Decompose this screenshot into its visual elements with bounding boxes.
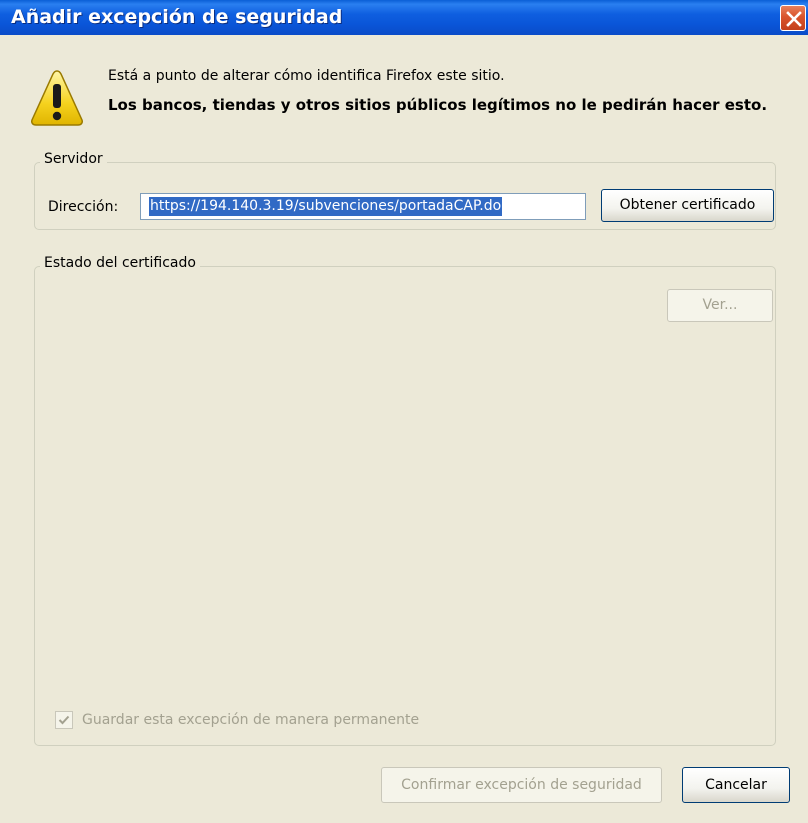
- warning-icon: [31, 70, 83, 126]
- view-certificate-button[interactable]: Ver...: [667, 289, 773, 322]
- warning-message: Está a punto de alterar cómo identifica …: [108, 68, 505, 84]
- permanent-checkbox-label: Guardar esta excepción de manera permane…: [82, 712, 420, 728]
- close-button[interactable]: [780, 5, 806, 31]
- checkmark-icon: [58, 715, 70, 725]
- window-title: Añadir excepción de seguridad: [11, 6, 343, 28]
- get-certificate-button[interactable]: Obtener certificado: [601, 189, 774, 222]
- confirm-exception-button[interactable]: Confirmar excepción de seguridad: [381, 767, 662, 803]
- certificate-status-group: [34, 266, 776, 746]
- address-value: https://194.140.3.19/subvenciones/portad…: [149, 197, 503, 216]
- warning-detail: Los bancos, tiendas y otros sitios públi…: [108, 96, 768, 114]
- security-exception-dialog: Añadir excepción de seguridad Está a pun…: [0, 0, 808, 823]
- address-input[interactable]: https://194.140.3.19/subvenciones/portad…: [140, 193, 586, 220]
- server-legend: Servidor: [40, 151, 107, 167]
- title-bar[interactable]: Añadir excepción de seguridad: [0, 0, 808, 35]
- permanent-checkbox[interactable]: [55, 711, 73, 729]
- close-icon: [786, 11, 802, 27]
- cancel-button[interactable]: Cancelar: [682, 767, 790, 803]
- certificate-status-legend: Estado del certificado: [40, 255, 200, 271]
- address-label: Dirección:: [48, 199, 119, 215]
